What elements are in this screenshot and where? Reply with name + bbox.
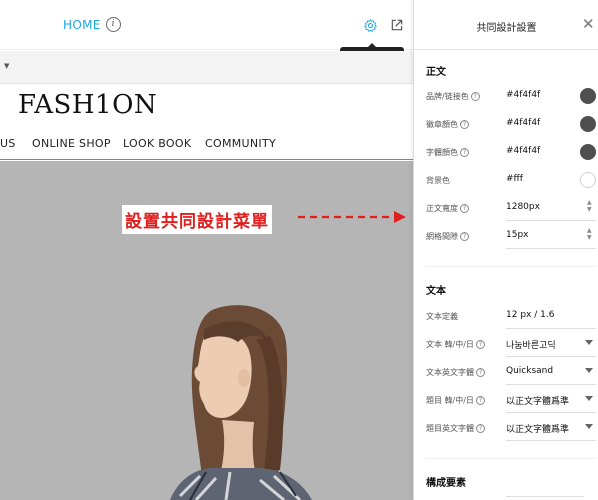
section-title-elements: 構成要素 [426,478,466,489]
row-brand-link-color: 品牌/链接色? #4f4f4f [426,85,596,109]
row-label: 題目 韓/中/日 [426,396,474,405]
help-icon[interactable]: ? [470,92,480,101]
font-select[interactable]: 以正文字體爲準 [506,394,569,407]
stepper-icon[interactable]: ▲ ▼ [587,199,592,213]
caret-down-icon[interactable]: ▼ [4,62,9,70]
text-def-input[interactable]: 12 px / 1.6 [506,310,554,320]
home-link[interactable]: HOME [63,18,101,32]
row-text-color: 字體顏色? #4f4f4f [426,141,596,165]
number-input[interactable]: 1280px [506,202,540,212]
section-title-body: 正文 [426,67,446,78]
color-swatch[interactable] [580,144,596,160]
hero-annotation-label: 設置共同設計菜單 [122,205,272,234]
row-bg-color: 背景色 #fff [426,169,596,193]
info-icon[interactable]: i [105,17,121,32]
design-settings-panel: 共同設計設置 ✕ 正文 品牌/链接色? #4f4f4f 徽章顏色? #4f4f4… [413,0,598,500]
help-icon[interactable]: ? [460,204,469,213]
row-label: 文本 韓/中/日 [426,340,474,349]
nav-item-community[interactable]: COMMUNITY [205,137,276,150]
nav-item-look-book[interactable]: LOOK BOOK [123,137,191,150]
help-icon[interactable]: ? [475,396,485,405]
external-link-icon[interactable] [390,18,404,32]
font-select[interactable]: 나눔바른고딕 [506,338,556,351]
row-title-en-font: 題目英文字體? 以正文字體爲準 [426,417,596,441]
site-preview: HOME i 共同設計設置 ▼ FASH1ON US ONLINE SHOP L… [0,0,413,500]
gear-icon[interactable] [363,18,378,33]
row-label: 網格間隙 [426,232,458,241]
site-logo[interactable]: FASH1ON [18,90,157,120]
row-label: 題目英文字體 [426,424,474,433]
font-select[interactable]: 以正文字體爲準 [506,422,569,435]
row-text-def: 文本定義 12 px / 1.6 [426,305,596,329]
help-icon[interactable]: ? [460,148,469,157]
row-label: 字體顏色 [426,148,458,157]
row-label: 文本英文字體 [426,368,474,377]
site-nav: US ONLINE SHOP LOOK BOOK COMMUNITY [0,134,413,160]
color-value-input[interactable]: #fff [506,174,523,184]
color-swatch[interactable] [580,172,596,188]
panel-title: 共同設計設置 [476,23,537,34]
arrow-right-icon [298,211,406,223]
row-title-kcj: 題目 韓/中/日? 以正文字體爲準 [426,389,596,413]
row-label: 徽章顏色 [426,120,458,129]
panel-header: 共同設計設置 ✕ [414,0,598,50]
number-input[interactable]: 15px [506,230,529,240]
stepper-icon[interactable]: ▲ ▼ [587,227,592,241]
chevron-down-icon[interactable] [585,424,593,429]
section-title-text: 文本 [426,286,446,297]
help-icon[interactable]: ? [476,424,485,433]
chevron-down-icon[interactable] [585,368,593,373]
nav-item-us[interactable]: US [0,137,16,150]
model-photo [170,305,312,500]
row-grid-gap: 網格間隙? 15px ▲ ▼ [426,225,596,249]
close-icon[interactable]: ✕ [582,17,595,32]
site-subbar: ▼ [0,51,413,84]
row-label: 正文寬度 [426,204,458,213]
font-select[interactable]: Quicksand [506,366,553,376]
help-icon[interactable]: ? [476,368,485,377]
color-value-input[interactable]: #4f4f4f [506,90,540,100]
help-icon[interactable]: ? [460,120,469,129]
row-badge-color: 徽章顏色? #4f4f4f [426,113,596,137]
row-label: 文本定義 [426,312,458,321]
row-text-kcj: 文本 韓/中/日? 나눔바른고딕 [426,333,596,357]
color-swatch[interactable] [580,116,596,132]
row-label: 背景色 [426,176,450,185]
row-label: 品牌/链接色 [426,92,469,101]
home-nav[interactable]: HOME i [63,17,121,32]
chevron-down-icon[interactable] [585,340,593,345]
color-value-input[interactable]: #4f4f4f [506,118,540,128]
chevron-down-icon[interactable] [585,396,593,401]
editor-topbar: HOME i [0,0,413,50]
color-swatch[interactable] [580,88,596,104]
row-content-width: 正文寬度? 1280px ▲ ▼ [426,197,596,221]
help-icon[interactable]: ? [460,232,469,241]
row-text-en-font: 文本英文字體? Quicksand [426,361,596,385]
nav-item-online-shop[interactable]: ONLINE SHOP [32,137,111,150]
color-value-input[interactable]: #4f4f4f [506,146,540,156]
help-icon[interactable]: ? [475,340,485,349]
